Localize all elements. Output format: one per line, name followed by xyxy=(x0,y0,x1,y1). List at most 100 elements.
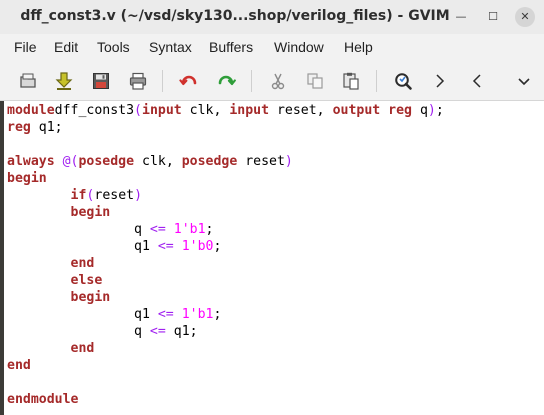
code-token: q1 xyxy=(7,239,158,254)
maximize-button[interactable]: ☐ xyxy=(483,7,503,27)
code-token: posedge xyxy=(78,154,135,169)
code-token: q1 xyxy=(7,307,158,322)
minimize-button[interactable]: — xyxy=(451,7,471,27)
menu-file[interactable]: File xyxy=(14,39,37,55)
toolbar-separator xyxy=(162,70,163,92)
code-line: endmodule xyxy=(7,392,78,409)
code-token: always xyxy=(7,154,55,169)
code-token: reg xyxy=(7,120,31,135)
code-token: q1; xyxy=(165,324,198,339)
cut-icon[interactable] xyxy=(268,71,288,91)
code-token: <= xyxy=(157,307,174,322)
code-line: end xyxy=(7,358,31,375)
code-token: ; xyxy=(213,307,222,322)
find-prev-icon[interactable] xyxy=(467,71,487,91)
menu-buffers[interactable]: Buffers xyxy=(209,39,253,55)
overflow-chevron-icon[interactable] xyxy=(514,71,534,91)
code-line: end xyxy=(7,341,95,358)
close-button[interactable]: ✕ xyxy=(515,7,535,27)
code-token: 1'b1 xyxy=(173,222,206,237)
redo-icon[interactable] xyxy=(216,71,236,91)
find-replace-icon[interactable] xyxy=(393,71,413,91)
code-token: reset xyxy=(237,154,285,169)
code-line: q1 <= 1'b1; xyxy=(7,307,221,324)
code-token: module xyxy=(7,103,55,118)
code-line: else xyxy=(7,273,103,290)
code-token: endmodule xyxy=(7,392,79,407)
code-token: reset xyxy=(94,188,135,203)
code-token: reset, xyxy=(269,103,333,118)
code-token: clk, xyxy=(181,103,230,118)
code-token: else xyxy=(70,273,103,288)
code-token: ) xyxy=(134,188,143,203)
code-token: q xyxy=(7,222,150,237)
editor-left-strip xyxy=(0,101,4,415)
copy-icon[interactable] xyxy=(305,71,325,91)
code-line: q <= 1'b1; xyxy=(7,222,213,239)
code-token: end xyxy=(70,256,95,271)
code-token: reg xyxy=(388,103,412,118)
code-token: q xyxy=(7,324,150,339)
download-icon[interactable] xyxy=(54,71,74,91)
code-line: begin xyxy=(7,205,111,222)
code-token: <= xyxy=(149,222,166,237)
code-token: ; xyxy=(213,239,222,254)
code-line: moduledff_const3(input clk, input reset,… xyxy=(7,103,444,120)
code-line: q <= q1; xyxy=(7,324,198,341)
find-next-icon[interactable] xyxy=(430,71,450,91)
menu-help[interactable]: Help xyxy=(344,39,373,55)
save-icon[interactable] xyxy=(91,71,111,91)
code-line: if(reset) xyxy=(7,188,143,205)
undo-icon[interactable] xyxy=(179,71,199,91)
code-token: begin xyxy=(70,205,111,220)
code-token: @( xyxy=(62,154,79,169)
code-token: output xyxy=(332,103,381,118)
code-line: reg q1; xyxy=(7,120,63,137)
code-token: end xyxy=(7,358,31,373)
paste-icon[interactable] xyxy=(341,71,361,91)
toolbar xyxy=(0,60,544,101)
code-token: posedge xyxy=(181,154,238,169)
print-icon[interactable] xyxy=(128,71,148,91)
menu-tools[interactable]: Tools xyxy=(97,39,130,55)
menu-bar: File Edit Tools Syntax Buffers Window He… xyxy=(0,34,544,60)
code-token: if xyxy=(70,188,87,203)
code-token: q1; xyxy=(30,120,63,135)
code-token: <= xyxy=(157,239,174,254)
code-line: begin xyxy=(7,171,47,188)
open-icon[interactable] xyxy=(18,71,38,91)
toolbar-separator xyxy=(251,70,252,92)
code-token: end xyxy=(70,341,95,356)
code-token: input xyxy=(229,103,270,118)
code-token: 1'b1 xyxy=(181,307,214,322)
menu-syntax[interactable]: Syntax xyxy=(149,39,192,55)
code-line: always @(posedge clk, posedge reset) xyxy=(7,154,293,171)
code-token: dff_const3 xyxy=(54,103,135,118)
code-token: 1'b0 xyxy=(181,239,214,254)
code-token: ; xyxy=(435,103,444,118)
code-token: ) xyxy=(427,103,436,118)
code-token: ; xyxy=(205,222,214,237)
title-bar: dff_const3.v (~/vsd/sky130...shop/verilo… xyxy=(0,0,544,34)
menu-edit[interactable]: Edit xyxy=(54,39,78,55)
code-token: <= xyxy=(149,324,166,339)
code-token: clk, xyxy=(134,154,182,169)
code-token: begin xyxy=(7,171,47,186)
toolbar-separator xyxy=(376,70,377,92)
code-token: q xyxy=(412,103,428,118)
menu-window[interactable]: Window xyxy=(274,39,324,55)
code-token: input xyxy=(142,103,182,118)
code-token: ( xyxy=(134,103,142,118)
code-line: begin xyxy=(7,290,111,307)
code-line: end xyxy=(7,256,95,273)
code-token: ) xyxy=(284,154,293,169)
